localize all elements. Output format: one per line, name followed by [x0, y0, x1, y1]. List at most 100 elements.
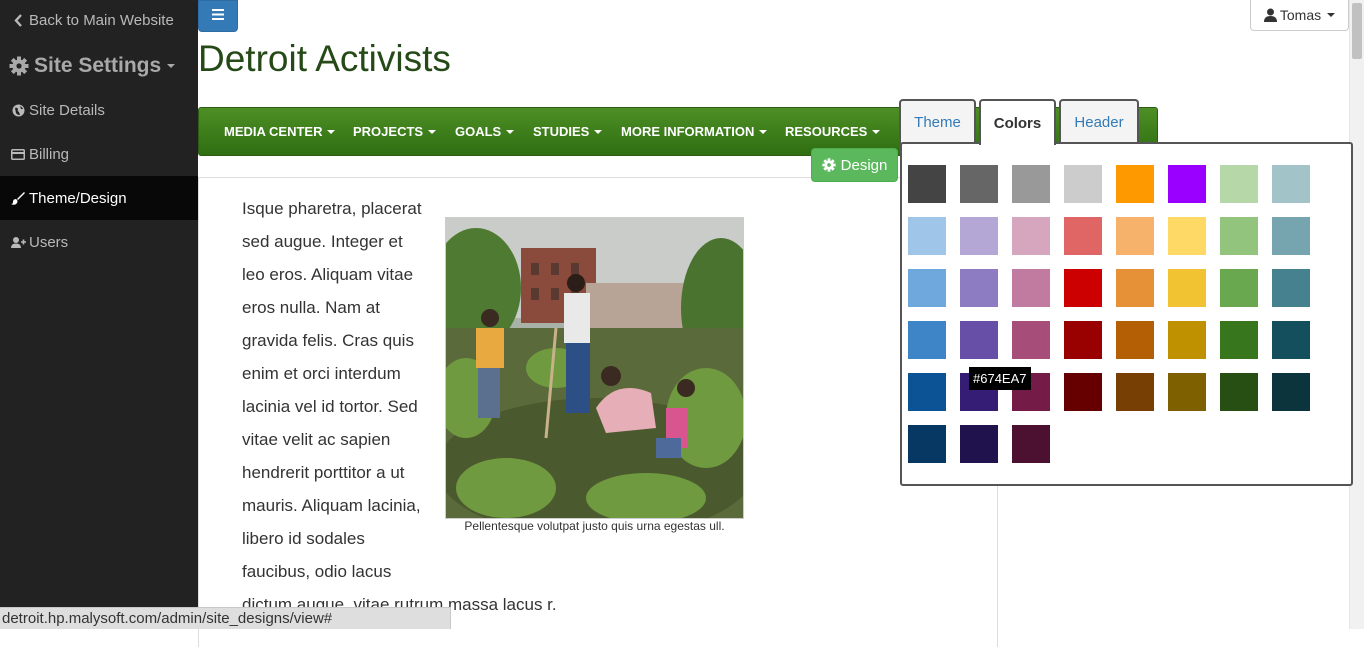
- caret-down-icon: [759, 129, 768, 134]
- color-swatch[interactable]: [1272, 269, 1310, 307]
- design-button-label: Design: [840, 156, 888, 174]
- nav-item-projects[interactable]: PROJECTS: [353, 108, 437, 155]
- scrollbar-thumb[interactable]: [1352, 3, 1362, 59]
- body-line: Isque pharetra, placerat: [242, 199, 422, 218]
- caret-down-icon: [428, 129, 437, 134]
- color-swatch[interactable]: [1116, 269, 1154, 307]
- color-swatch[interactable]: [960, 269, 998, 307]
- body-line: enim et orci interdum: [242, 364, 401, 383]
- color-swatch[interactable]: [1116, 165, 1154, 203]
- nav-item-studies[interactable]: STUDIES: [533, 108, 603, 155]
- color-swatch[interactable]: [1220, 269, 1258, 307]
- site-title: Detroit Activists: [198, 38, 451, 79]
- back-link-label: Back to Main Website: [29, 11, 174, 29]
- color-swatch[interactable]: [908, 373, 946, 411]
- color-swatch[interactable]: [1220, 321, 1258, 359]
- body-line: eros nulla. Nam at: [242, 298, 380, 317]
- hamburger-icon: [212, 7, 224, 25]
- color-swatch[interactable]: [1012, 321, 1050, 359]
- credit-card-icon: [10, 148, 26, 160]
- color-swatch[interactable]: [1064, 269, 1102, 307]
- color-swatch[interactable]: [960, 321, 998, 359]
- color-swatch[interactable]: [1168, 165, 1206, 203]
- caret-down-icon: [506, 129, 515, 134]
- color-swatch[interactable]: [1272, 373, 1310, 411]
- user-icon: [1263, 8, 1277, 22]
- sidebar-item-label: Billing: [29, 145, 70, 163]
- gear-icon: [8, 56, 30, 76]
- color-swatch[interactable]: [1012, 425, 1050, 463]
- color-swatch[interactable]: [1168, 269, 1206, 307]
- caret-down-icon: [1327, 13, 1336, 17]
- color-swatch[interactable]: [1064, 217, 1102, 255]
- body-line: lacinia vel id tortor. Sed: [242, 397, 418, 416]
- color-swatch[interactable]: [1220, 165, 1258, 203]
- color-swatch[interactable]: [1168, 217, 1206, 255]
- color-swatch[interactable]: [908, 269, 946, 307]
- color-swatch[interactable]: [908, 425, 946, 463]
- body-line: vitae velit ac sapien: [242, 430, 391, 449]
- back-to-main-website-link[interactable]: Back to Main Website: [0, 9, 198, 31]
- body-line: sed augue. Integer et: [242, 232, 403, 251]
- color-swatch[interactable]: [908, 217, 946, 255]
- caret-down-icon: [327, 129, 336, 134]
- tab-header[interactable]: Header: [1059, 99, 1139, 143]
- sidebar-item-label: Users: [29, 233, 69, 251]
- color-swatch[interactable]: [1272, 321, 1310, 359]
- nav-item-more-information[interactable]: MORE INFORMATION: [621, 108, 768, 155]
- color-swatch[interactable]: [1168, 373, 1206, 411]
- color-swatch[interactable]: [1168, 321, 1206, 359]
- nav-item-label: STUDIES: [533, 124, 590, 139]
- sidebar-item-theme-design[interactable]: Theme/Design: [0, 176, 198, 220]
- color-swatch[interactable]: [1116, 321, 1154, 359]
- user-name: Tomas: [1279, 7, 1322, 23]
- color-swatch[interactable]: [1064, 373, 1102, 411]
- caret-down-icon: [594, 129, 603, 134]
- tab-theme[interactable]: Theme: [899, 99, 976, 143]
- nav-item-label: MEDIA CENTER: [224, 124, 323, 139]
- brush-icon: [10, 191, 26, 205]
- design-button[interactable]: Design: [811, 148, 898, 182]
- caret-down-icon: [167, 64, 176, 68]
- nav-item-label: MORE INFORMATION: [621, 124, 755, 139]
- garden-photo: [445, 217, 744, 519]
- user-menu-dropdown[interactable]: Tomas: [1250, 0, 1349, 31]
- sidebar-item-site-details[interactable]: Site Details: [0, 98, 198, 122]
- nav-item-label: PROJECTS: [353, 124, 424, 139]
- color-swatch[interactable]: [1116, 217, 1154, 255]
- color-swatch[interactable]: [1012, 217, 1050, 255]
- nav-item-label: GOALS: [455, 124, 502, 139]
- nav-item-goals[interactable]: GOALS: [455, 108, 515, 155]
- tab-colors[interactable]: Colors: [979, 99, 1056, 145]
- color-swatch[interactable]: [1064, 321, 1102, 359]
- color-swatch[interactable]: [908, 321, 946, 359]
- color-swatch[interactable]: [960, 217, 998, 255]
- nav-item-media-center[interactable]: MEDIA CENTER: [224, 108, 336, 155]
- body-line: libero id sodales: [242, 529, 365, 548]
- gear-icon: [821, 158, 836, 172]
- photo-caption: Pellentesque volutpat justo quis urna eg…: [464, 519, 725, 533]
- color-swatch[interactable]: [1220, 217, 1258, 255]
- color-swatch[interactable]: [1116, 373, 1154, 411]
- color-swatch[interactable]: [960, 165, 998, 203]
- color-swatch[interactable]: [1064, 165, 1102, 203]
- site-settings-dropdown[interactable]: Site Settings: [0, 50, 198, 82]
- body-line: gravida felis. Cras quis: [242, 331, 414, 350]
- admin-sidebar: Back to Main Website Site Settings Site …: [0, 0, 198, 629]
- color-swatch[interactable]: [1012, 165, 1050, 203]
- color-swatch[interactable]: [960, 425, 998, 463]
- color-swatch[interactable]: [1220, 373, 1258, 411]
- sidebar-item-label: Theme/Design: [29, 189, 127, 207]
- site-settings-label: Site Settings: [34, 54, 162, 77]
- globe-icon: [10, 104, 26, 117]
- color-swatch[interactable]: [1012, 269, 1050, 307]
- color-swatch[interactable]: [1272, 217, 1310, 255]
- color-swatch[interactable]: [1272, 165, 1310, 203]
- sidebar-item-users[interactable]: Users: [0, 230, 198, 254]
- menu-toggle-button[interactable]: [198, 0, 238, 32]
- browser-status-bar: detroit.hp.malysoft.com/admin/site_desig…: [0, 607, 451, 629]
- body-line: faucibus, odio lacus: [242, 562, 392, 581]
- body-line: leo eros. Aliquam vitae: [242, 265, 414, 284]
- sidebar-item-billing[interactable]: Billing: [0, 142, 198, 166]
- color-swatch[interactable]: [908, 165, 946, 203]
